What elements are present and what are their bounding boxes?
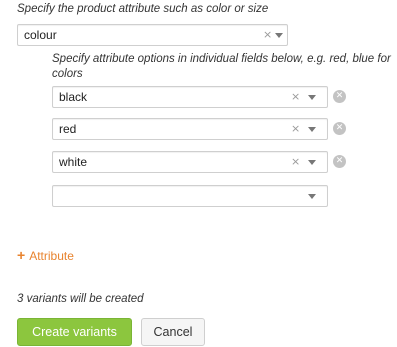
attribute-select[interactable]: colour ×: [17, 24, 288, 46]
option-value: black: [59, 90, 88, 104]
chevron-down-icon[interactable]: [308, 160, 316, 165]
option-select-black[interactable]: black ×: [52, 86, 328, 108]
cancel-button[interactable]: Cancel: [141, 318, 205, 346]
chevron-down-icon[interactable]: [308, 95, 316, 100]
options-hint: Specify attribute options in individual …: [52, 53, 391, 80]
option-value: white: [59, 155, 88, 169]
option-select-white[interactable]: white ×: [52, 151, 328, 173]
create-variants-button[interactable]: Create variants: [17, 318, 132, 346]
option-value: red: [59, 122, 77, 136]
option-select-red[interactable]: red ×: [52, 118, 328, 140]
option-select-empty[interactable]: [52, 185, 328, 207]
attribute-hint: Specify the product attribute such as co…: [17, 3, 269, 15]
add-attribute-link[interactable]: + Attribute: [17, 247, 74, 263]
clear-icon[interactable]: ×: [291, 90, 300, 103]
attribute-select-value: colour: [24, 28, 57, 42]
remove-option-icon[interactable]: ✕: [333, 155, 346, 168]
chevron-down-icon[interactable]: [308, 194, 316, 199]
remove-option-icon[interactable]: ✕: [333, 122, 346, 135]
clear-icon[interactable]: ×: [291, 122, 300, 135]
clear-icon[interactable]: ×: [291, 155, 300, 168]
chevron-down-icon[interactable]: [275, 33, 283, 38]
variants-status-text: 3 variants will be created: [17, 293, 144, 305]
clear-icon[interactable]: ×: [263, 28, 272, 41]
remove-option-icon[interactable]: ✕: [333, 90, 346, 103]
add-attribute-label: Attribute: [29, 249, 74, 263]
plus-icon: +: [17, 247, 26, 263]
chevron-down-icon[interactable]: [308, 127, 316, 132]
